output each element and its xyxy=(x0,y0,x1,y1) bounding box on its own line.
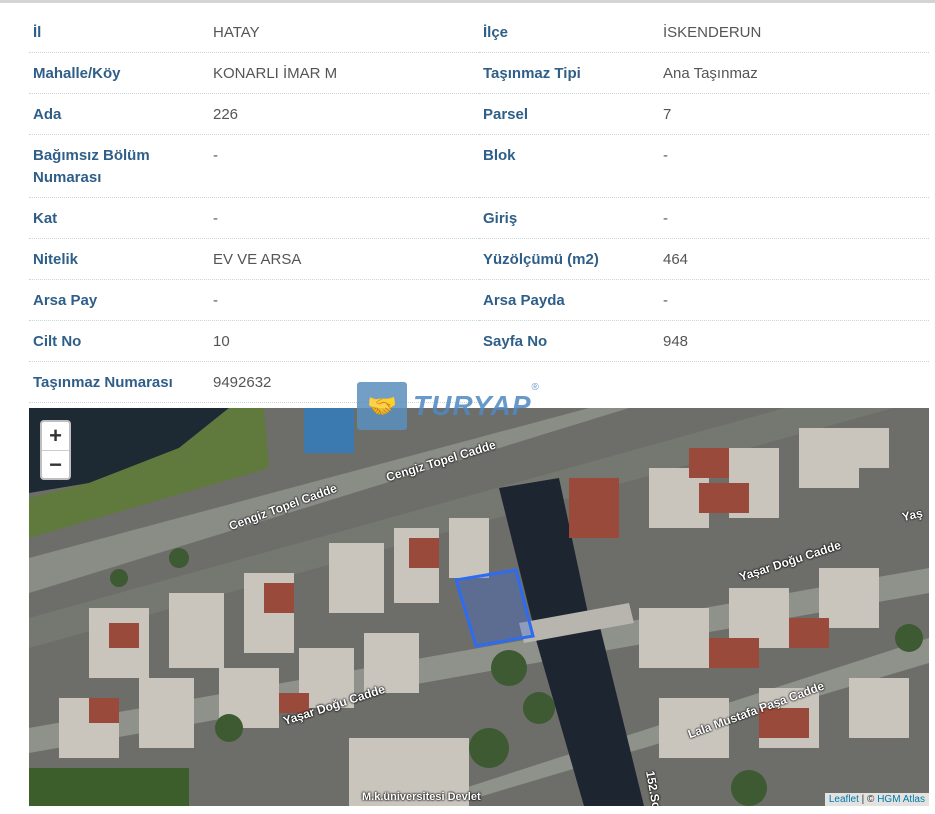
field-value: EV VE ARSA xyxy=(213,251,302,268)
info-row: Bağımsız Bölüm Numarası - Blok - xyxy=(29,135,931,198)
info-cell: Giriş - xyxy=(479,198,929,239)
field-value: - xyxy=(213,292,218,309)
field-label: Blok xyxy=(483,147,516,164)
field-label: İlçe xyxy=(483,24,509,41)
info-cell: Arsa Pay - xyxy=(29,280,479,321)
field-label: İl xyxy=(33,24,42,41)
info-cell: Parsel 7 xyxy=(479,94,929,135)
hgm-atlas-link[interactable]: HGM Atlas xyxy=(877,794,925,805)
info-cell: Ada 226 xyxy=(29,94,479,135)
field-value: HATAY xyxy=(213,24,260,41)
field-value: - xyxy=(663,210,668,227)
info-cell: İlçe İSKENDERUN xyxy=(479,12,929,53)
field-label: Taşınmaz Numarası xyxy=(33,374,173,391)
info-cell: Cilt No 10 xyxy=(29,321,479,362)
registered-mark: ® xyxy=(531,382,539,393)
info-cell: Sayfa No 948 xyxy=(479,321,929,362)
info-cell: Mahalle/Köy KONARLI İMAR M xyxy=(29,53,479,94)
property-info-grid: İl HATAY İlçe İSKENDERUN Mahalle/Köy KONARL… xyxy=(29,12,931,403)
field-label: Giriş xyxy=(483,210,518,227)
field-label: Nitelik xyxy=(33,251,79,268)
leaflet-link[interactable]: Leaflet xyxy=(829,794,859,805)
info-row: İl HATAY İlçe İSKENDERUN xyxy=(29,12,931,53)
field-label: Kat xyxy=(33,210,58,227)
info-cell: Yüzölçümü (m2) 464 xyxy=(479,239,929,280)
place-label: M.k.üniversitesi Devlet xyxy=(362,791,481,803)
info-cell: İl HATAY xyxy=(29,12,479,53)
handshake-icon: 🤝 xyxy=(357,382,407,430)
field-label: Parsel xyxy=(483,106,529,123)
field-value: - xyxy=(663,292,668,309)
info-row: Ada 226 Parsel 7 xyxy=(29,94,931,135)
zoom-in-button[interactable]: + xyxy=(42,422,69,450)
logo-text: TURYAP xyxy=(413,390,532,421)
turyap-watermark: 🤝 TURYAP ® xyxy=(357,382,539,430)
field-label: Arsa Payda xyxy=(483,292,565,309)
field-value: İSKENDERUN xyxy=(663,24,762,41)
field-label: Bağımsız Bölüm Numarası xyxy=(33,147,150,186)
zoom-control: + − xyxy=(40,420,71,480)
info-row: Nitelik EV VE ARSA Yüzölçümü (m2) 464 xyxy=(29,239,931,280)
field-label: Ada xyxy=(33,106,62,123)
field-value: 226 xyxy=(213,106,239,123)
info-row: Arsa Pay - Arsa Payda - xyxy=(29,280,931,321)
field-value: Ana Taşınmaz xyxy=(663,65,758,82)
map-attribution: Leaflet | © HGM Atlas xyxy=(824,793,929,806)
field-value: 948 xyxy=(663,333,689,350)
attribution-separator: | © xyxy=(858,794,878,805)
field-value: - xyxy=(213,147,218,164)
info-cell: Taşınmaz Tipi Ana Taşınmaz xyxy=(479,53,929,94)
field-label: Arsa Pay xyxy=(33,292,98,309)
info-cell: Kat - xyxy=(29,198,479,239)
field-label: Taşınmaz Tipi xyxy=(483,65,581,82)
info-cell: Blok - xyxy=(479,135,929,198)
top-divider xyxy=(0,0,935,3)
info-cell: Nitelik EV VE ARSA xyxy=(29,239,479,280)
field-value: 7 xyxy=(663,106,672,123)
parcel-outline[interactable] xyxy=(454,568,535,648)
field-value: 464 xyxy=(663,251,689,268)
info-cell: Bağımsız Bölüm Numarası - xyxy=(29,135,479,198)
field-label: Sayfa No xyxy=(483,333,548,350)
field-value: KONARLI İMAR M xyxy=(213,65,338,82)
zoom-out-button[interactable]: − xyxy=(42,450,69,478)
parcel-map[interactable]: Cengiz Topel Cadde Cengiz Topel Cadde Ya… xyxy=(29,408,929,806)
info-row: Mahalle/Köy KONARLI İMAR M Taşınmaz Tipi A… xyxy=(29,53,931,94)
field-label: Mahalle/Köy xyxy=(33,65,121,82)
info-row: Cilt No 10 Sayfa No 948 xyxy=(29,321,931,362)
field-label: Yüzölçümü (m2) xyxy=(483,251,599,268)
field-value: - xyxy=(663,147,668,164)
info-cell: Arsa Payda - xyxy=(479,280,929,321)
field-value: - xyxy=(213,210,218,227)
field-label: Cilt No xyxy=(33,333,82,350)
info-row: Kat - Giriş - xyxy=(29,198,931,239)
satellite-imagery xyxy=(29,408,929,806)
field-value: 10 xyxy=(213,333,230,350)
